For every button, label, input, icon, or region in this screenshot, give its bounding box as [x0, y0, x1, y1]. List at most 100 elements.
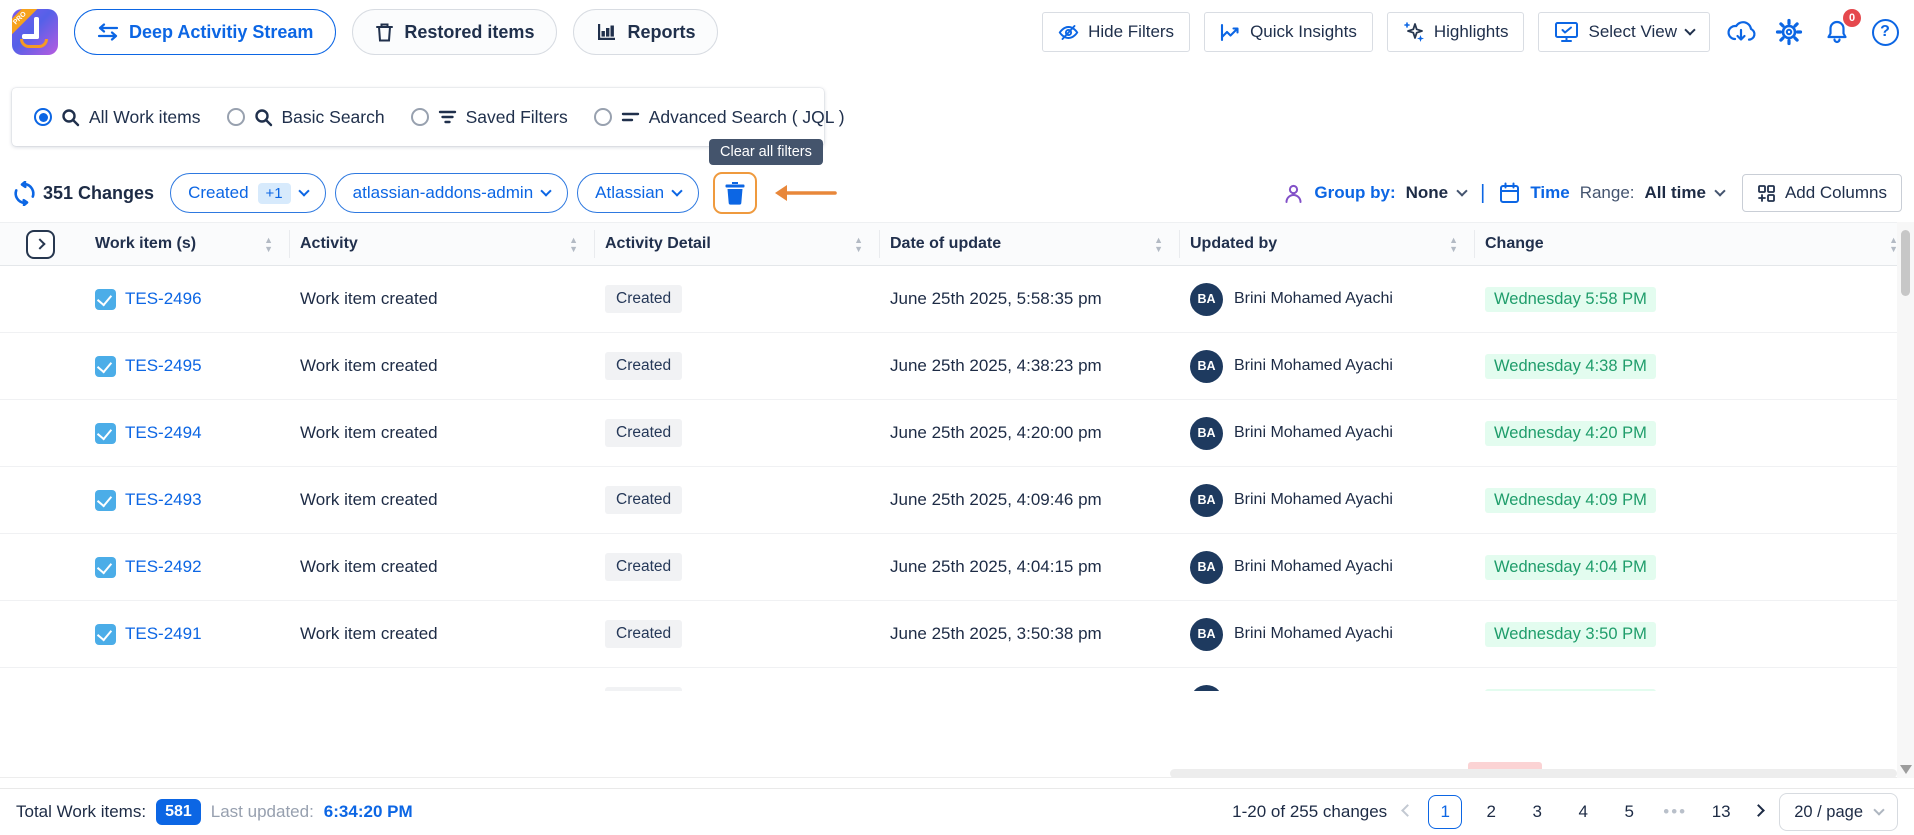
pagination-page-3[interactable]: 3: [1520, 795, 1554, 829]
pagination-pages: 12345 ••• 13: [1428, 795, 1738, 829]
person-icon: [1283, 183, 1304, 204]
horizontal-scrollbar[interactable]: [1170, 769, 1897, 778]
filter-group-dropdown[interactable]: atlassian-addons-admin: [335, 173, 569, 213]
settings-gear-icon[interactable]: [1772, 15, 1806, 49]
nav-restored-items[interactable]: Restored items: [352, 9, 557, 55]
pagination-prev-icon[interactable]: [1403, 810, 1412, 815]
radio-icon[interactable]: [227, 108, 245, 126]
pagination-page-2[interactable]: 2: [1474, 795, 1508, 829]
chevron-down-icon[interactable]: [1714, 185, 1725, 196]
trash-icon: [375, 22, 394, 43]
time-accent-label: Time: [1530, 183, 1569, 203]
date-cell: June 25th 2025, 3:50:38 pm: [880, 624, 1180, 644]
radio-saved-filters[interactable]: Saved Filters: [411, 107, 568, 128]
nav-reports[interactable]: Reports: [573, 9, 718, 55]
filter-right-controls: Group by: None | Time Range: All time: [1283, 174, 1902, 212]
radio-advanced-search-jql[interactable]: Advanced Search ( JQL ): [594, 107, 845, 128]
nav-deep-activity-stream[interactable]: Deep Activitiy Stream: [74, 9, 336, 55]
monitor-check-icon: [1554, 21, 1579, 43]
pagination-ellipsis: •••: [1658, 795, 1692, 829]
table-row: TES-2491 Work item created Created June …: [0, 601, 1914, 668]
refresh-icon[interactable]: [12, 181, 37, 206]
time-range-value[interactable]: All time: [1645, 183, 1706, 203]
task-type-icon: [95, 490, 116, 511]
sort-icon[interactable]: ▲▼: [1449, 236, 1458, 253]
scrollbar-down-arrow[interactable]: [1900, 765, 1912, 774]
date-cell: June 25th 2025, 5:58:35 pm: [880, 289, 1180, 309]
pagination-page-5[interactable]: 5: [1612, 795, 1646, 829]
sort-icon[interactable]: ▲▼: [854, 236, 863, 253]
filter-created-dropdown[interactable]: Created +1: [170, 173, 326, 213]
highlights-button[interactable]: Highlights: [1387, 12, 1525, 52]
avatar: BA: [1190, 484, 1223, 517]
column-header-updated-by[interactable]: Updated by ▲▼: [1180, 230, 1475, 258]
partial-change-chip: [1468, 762, 1542, 769]
pagination-page-13[interactable]: 13: [1704, 795, 1738, 829]
select-view-dropdown[interactable]: Select View: [1538, 12, 1710, 52]
filter-project-dropdown[interactable]: Atlassian: [577, 173, 699, 213]
activity-cell: Work item created: [290, 289, 595, 309]
column-header-activity[interactable]: Activity ▲▼: [290, 230, 595, 258]
activity-detail-badge: Created: [605, 352, 682, 380]
work-item-link[interactable]: TES-2495: [125, 356, 202, 376]
radio-all-work-items[interactable]: All Work items: [34, 107, 201, 128]
search-icon: [61, 108, 80, 127]
sort-icon[interactable]: ▲▼: [1154, 236, 1163, 253]
chevron-down-icon: [671, 185, 682, 196]
radio-selected-icon[interactable]: [34, 108, 52, 126]
task-type-icon: [95, 423, 116, 444]
column-header-activity-detail[interactable]: Activity Detail ▲▼: [595, 230, 880, 258]
column-header-change[interactable]: Change ▲▼: [1475, 230, 1914, 258]
clear-filters-button[interactable]: [713, 172, 757, 214]
activity-detail-badge: Created: [605, 553, 682, 581]
divider: |: [1476, 182, 1489, 205]
avatar: BA: [1190, 417, 1223, 450]
date-cell: June 25th 2025, 4:20:00 pm: [880, 423, 1180, 443]
pagination-page-1[interactable]: 1: [1428, 795, 1462, 829]
column-header-date-of-update[interactable]: Date of update ▲▼: [880, 230, 1180, 258]
radio-icon[interactable]: [411, 108, 429, 126]
page-size-select[interactable]: 20 / page: [1779, 793, 1898, 831]
work-item-link[interactable]: TES-2492: [125, 557, 202, 577]
table-body: TES-2496 Work item created Created June …: [0, 266, 1914, 735]
pagination-next-icon[interactable]: [1754, 810, 1763, 815]
avatar: BA: [1190, 283, 1223, 316]
work-item-link[interactable]: TES-2491: [125, 624, 202, 644]
work-item-link[interactable]: TES-2496: [125, 289, 202, 309]
calendar-icon: [1499, 182, 1520, 204]
group-by-value[interactable]: None: [1406, 183, 1449, 203]
radio-icon[interactable]: [594, 108, 612, 126]
change-time-chip: Wednesday 4:38 PM: [1485, 354, 1656, 379]
change-time-chip: Wednesday 4:04 PM: [1485, 555, 1656, 580]
change-time-chip: Wednesday 4:20 PM: [1485, 421, 1656, 446]
user-name: Brini Mohamed Ayachi: [1234, 290, 1393, 308]
date-cell: June 25th 2025, 4:04:15 pm: [880, 557, 1180, 577]
top-toolbar: PRO Deep Activitiy Stream Restored items: [0, 0, 1914, 64]
table-row: TES-2493 Work item created Created June …: [0, 467, 1914, 534]
add-columns-button[interactable]: Add Columns: [1742, 174, 1902, 212]
sort-icon[interactable]: ▲▼: [264, 236, 273, 253]
user-name: Brini Mohamed Ayachi: [1234, 558, 1393, 576]
partial-row: [0, 691, 1914, 778]
radio-basic-search[interactable]: Basic Search: [227, 107, 385, 128]
expand-all-button[interactable]: [26, 230, 55, 259]
change-time-chip: Wednesday 3:50 PM: [1485, 622, 1656, 647]
pagination-page-4[interactable]: 4: [1566, 795, 1600, 829]
work-item-link[interactable]: TES-2493: [125, 490, 202, 510]
cloud-download-icon[interactable]: [1724, 15, 1758, 49]
changes-count: 351 Changes: [43, 183, 154, 204]
help-icon[interactable]: ?: [1868, 15, 1902, 49]
quick-insights-button[interactable]: Quick Insights: [1204, 12, 1373, 52]
sort-icon[interactable]: ▲▼: [569, 236, 578, 253]
pagination-range-text: 1-20 of 255 changes: [1232, 802, 1387, 822]
activity-detail-badge: Created: [605, 620, 682, 648]
vertical-scrollbar[interactable]: [1897, 222, 1914, 778]
column-header-work-items[interactable]: Work item (s) ▲▼: [85, 230, 290, 258]
filter-bar: 351 Changes Created +1 atlassian-addons-…: [0, 168, 1914, 218]
scrollbar-thumb[interactable]: [1901, 230, 1910, 296]
work-item-link[interactable]: TES-2494: [125, 423, 202, 443]
notification-bell-icon[interactable]: 0: [1820, 15, 1854, 49]
hide-filters-button[interactable]: Hide Filters: [1042, 12, 1190, 52]
table-row: TES-2494 Work item created Created June …: [0, 400, 1914, 467]
chevron-down-icon[interactable]: [1456, 185, 1467, 196]
